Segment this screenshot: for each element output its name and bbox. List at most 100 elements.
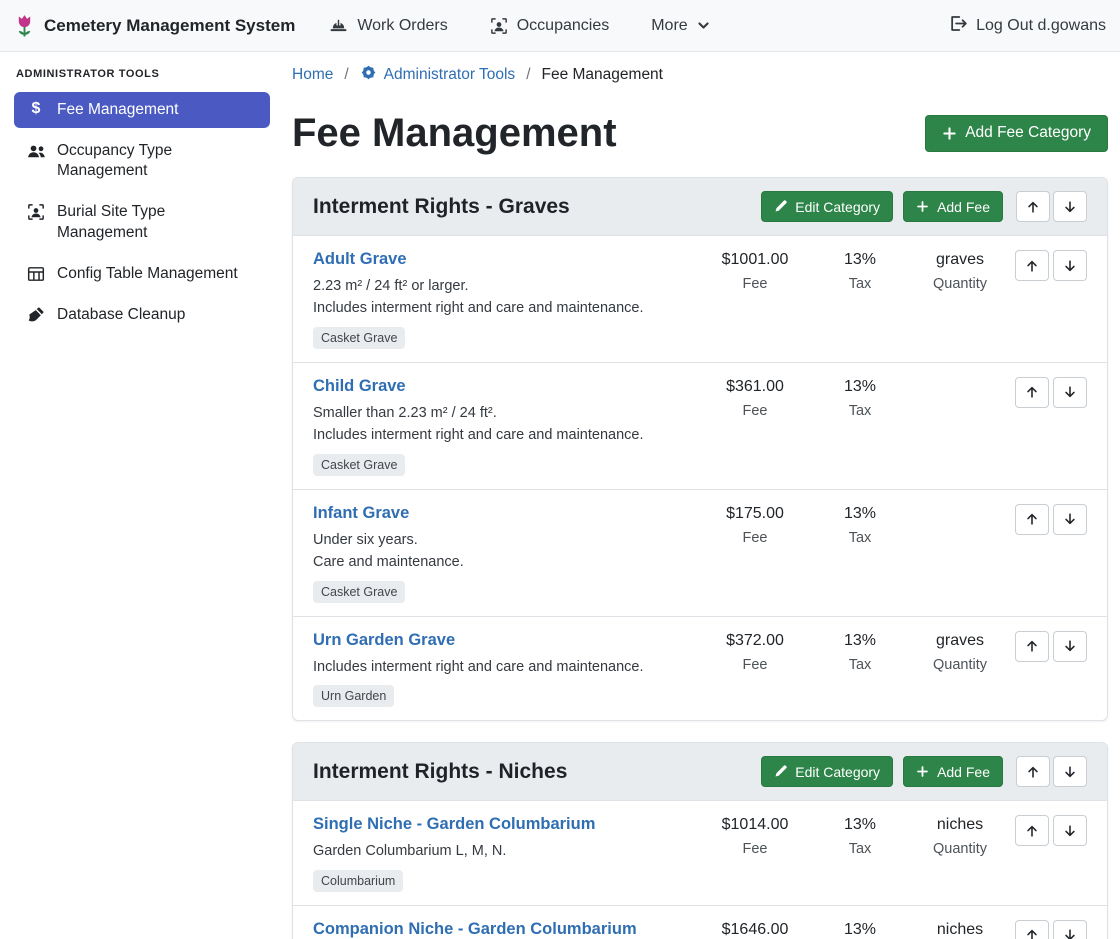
fee-descriptions: Under six years.Care and maintenance. (313, 529, 687, 574)
sidebar-item-fee-management[interactable]: $ Fee Management (14, 92, 270, 128)
fee-move-up-button[interactable] (1015, 815, 1049, 846)
nav-work-orders[interactable]: Work Orders (329, 16, 447, 35)
sidebar-item-label: Burial Site Type Management (57, 202, 242, 242)
fee-name-link[interactable]: Adult Grave (313, 250, 407, 269)
plus-icon (916, 765, 929, 778)
fee-descriptions: Garden Columbarium L, M, N. (313, 840, 687, 862)
fee-amount-label: Fee (695, 657, 815, 673)
admin-sidebar: ADMINISTRATOR TOOLS $ Fee Management Occ… (0, 52, 282, 939)
edit-category-button[interactable]: Edit Category (761, 191, 893, 222)
fee-reorder-controls (1015, 631, 1087, 662)
fee-row: Single Niche - Garden Columbarium Garden… (293, 800, 1107, 904)
fee-move-down-button[interactable] (1053, 504, 1087, 535)
breadcrumb-current: Fee Management (542, 66, 664, 84)
fee-move-up-button[interactable] (1015, 504, 1049, 535)
fee-description: Under six years. (313, 529, 687, 551)
edit-category-button[interactable]: Edit Category (761, 756, 893, 787)
fee-amount-label: Fee (695, 403, 815, 419)
fee-description: Care and maintenance. (313, 551, 687, 573)
fee-move-up-button[interactable] (1015, 377, 1049, 408)
fee-badge: Casket Grave (313, 327, 405, 349)
fee-amount-column: $361.00 Fee (695, 377, 815, 419)
nav-more-label: More (651, 17, 687, 35)
main-content: Home / Administrator Tools / Fee Managem… (292, 52, 1108, 939)
box-arrow-right-icon (948, 14, 967, 38)
fee-name-link[interactable]: Child Grave (313, 377, 406, 396)
table-icon (26, 265, 46, 283)
breadcrumb-home-link[interactable]: Home (292, 66, 333, 84)
fee-quantity-label: Quantity (905, 657, 1015, 673)
fee-move-down-button[interactable] (1053, 631, 1087, 662)
top-navbar: Cemetery Management System Work Orders O… (0, 0, 1120, 52)
fee-move-down-button[interactable] (1053, 377, 1087, 408)
pencil-icon (774, 200, 787, 213)
fee-quantity-label: Quantity (905, 841, 1015, 857)
category-move-down-button[interactable] (1053, 191, 1087, 222)
add-fee-button[interactable]: Add Fee (903, 756, 1003, 787)
fee-quantity: niches (905, 816, 1015, 834)
nav-work-orders-label: Work Orders (357, 17, 447, 35)
category-title: Interment Rights - Graves (313, 195, 761, 219)
sidebar-item-database-cleanup[interactable]: Database Cleanup (14, 297, 270, 333)
sidebar-item-label: Occupancy Type Management (57, 141, 242, 181)
arrow-up-icon (1025, 639, 1039, 653)
fee-name-link[interactable]: Companion Niche - Garden Columbarium (313, 920, 637, 939)
fee-reorder-controls (1015, 377, 1087, 408)
add-fee-button[interactable]: Add Fee (903, 191, 1003, 222)
fee-amount: $372.00 (695, 632, 815, 650)
pencil-icon (774, 765, 787, 778)
categories: Interment Rights - Graves Edit Category … (292, 177, 1108, 939)
add-fee-category-button[interactable]: Add Fee Category (925, 115, 1108, 152)
fee-name-link[interactable]: Urn Garden Grave (313, 631, 455, 650)
fee-amount: $175.00 (695, 505, 815, 523)
fee-move-down-button[interactable] (1053, 920, 1087, 939)
fee-quantity: graves (905, 251, 1015, 269)
breadcrumb-separator: / (526, 66, 530, 84)
sidebar-item-label: Fee Management (57, 100, 179, 120)
arrow-up-icon (1026, 200, 1040, 214)
fee-move-down-button[interactable] (1053, 815, 1087, 846)
fee-tax: 13% (815, 505, 905, 523)
breadcrumb-admin-tools-link[interactable]: Administrator Tools (360, 64, 516, 86)
logout-link[interactable]: Log Out d.gowans (948, 14, 1106, 38)
fee-tax: 13% (815, 816, 905, 834)
fee-move-up-button[interactable] (1015, 250, 1049, 281)
fee-reorder-controls (1015, 250, 1087, 281)
breadcrumb-admin-tools-label: Administrator Tools (384, 66, 516, 84)
fee-tax: 13% (815, 378, 905, 396)
app-brand[interactable]: Cemetery Management System (14, 13, 295, 39)
category-move-up-button[interactable] (1016, 756, 1050, 787)
fee-amount: $361.00 (695, 378, 815, 396)
nav-more[interactable]: More (651, 17, 709, 35)
sidebar-item-burial-site-type-management[interactable]: Burial Site Type Management (14, 194, 270, 250)
fee-name-link[interactable]: Infant Grave (313, 504, 409, 523)
nav-occupancies[interactable]: Occupancies (490, 17, 610, 35)
person-bounding-box-icon (26, 203, 46, 221)
category-move-down-button[interactable] (1053, 756, 1087, 787)
person-bounding-box-icon (490, 17, 508, 35)
breadcrumb: Home / Administrator Tools / Fee Managem… (292, 64, 1108, 86)
add-fee-button-label: Add Fee (937, 764, 990, 780)
fee-badge: Columbarium (313, 870, 403, 892)
sidebar-item-config-table-management[interactable]: Config Table Management (14, 256, 270, 292)
fee-move-up-button[interactable] (1015, 631, 1049, 662)
category-move-up-button[interactable] (1016, 191, 1050, 222)
sidebar-item-occupancy-type-management[interactable]: Occupancy Type Management (14, 133, 270, 189)
fee-quantity-label: Quantity (905, 276, 1015, 292)
sidebar-item-label: Config Table Management (57, 264, 238, 284)
fee-move-down-button[interactable] (1053, 250, 1087, 281)
fee-name-link[interactable]: Single Niche - Garden Columbarium (313, 815, 595, 834)
fee-tax-column: 13% Tax (815, 377, 905, 419)
fee-tax-column: 13% Tax (815, 504, 905, 546)
fee-move-up-button[interactable] (1015, 920, 1049, 939)
category-header: Interment Rights - Graves Edit Category … (293, 178, 1107, 235)
fee-descriptions: 2.23 m² / 24 ft² or larger.Includes inte… (313, 275, 687, 320)
fee-row: Child Grave Smaller than 2.23 m² / 24 ft… (293, 362, 1107, 489)
gear-icon (360, 64, 377, 86)
fee-description: 2.23 m² / 24 ft² or larger. (313, 275, 687, 297)
fee-amount: $1014.00 (695, 816, 815, 834)
arrow-up-icon (1026, 765, 1040, 779)
chevron-down-icon (697, 19, 710, 32)
fee-amount-column: $372.00 Fee (695, 631, 815, 673)
tulip-logo-icon (14, 13, 35, 39)
